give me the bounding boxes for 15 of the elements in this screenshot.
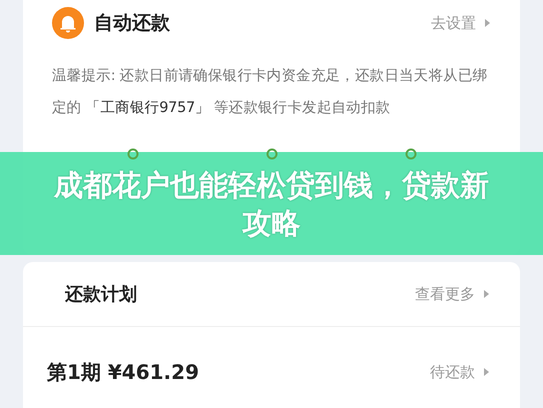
step-icon — [404, 148, 416, 160]
bell-icon — [52, 7, 84, 39]
step-icon — [126, 148, 138, 160]
caret-icon — [484, 18, 491, 28]
caret-icon — [483, 289, 490, 299]
period-amount: 第1期 ¥461.29 — [47, 358, 199, 386]
status-link[interactable]: 待还款 — [430, 362, 490, 382]
tip-text: 温馨提示: 还款日前请确保银行卡内资金充足，还款日当天将从已绑定的 「工商银行9757」 等还款银行卡发起自动扣款 — [52, 66, 488, 118]
step-icon — [266, 148, 278, 160]
section-title: 还款计划 — [65, 283, 137, 306]
more-link[interactable]: 查看更多 — [415, 284, 490, 304]
banner-title: 成都花户也能轻松贷到钱，贷款新攻略 — [52, 166, 490, 242]
section-title: 自动还款 — [94, 11, 170, 36]
caret-icon — [483, 367, 490, 377]
settings-link[interactable]: 去设置 — [431, 14, 491, 32]
